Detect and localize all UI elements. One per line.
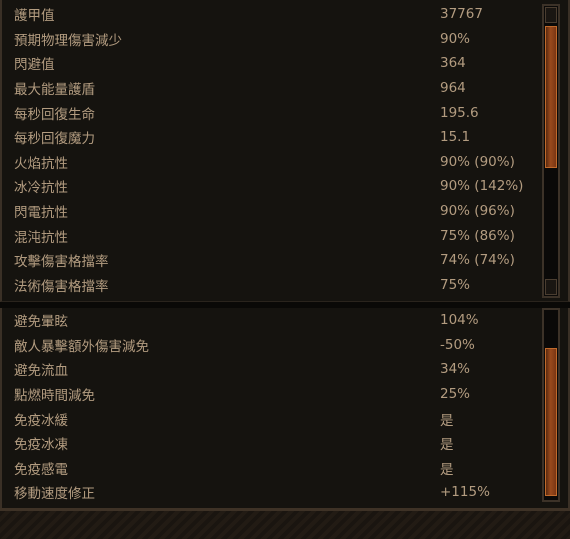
scrollbar-thumb-bottom[interactable] <box>545 348 557 496</box>
stat-label: 混沌抗性 <box>14 229 68 246</box>
stat-row-mana-regen: 每秒回復魔力 15.1 <box>10 125 530 150</box>
stat-value: 15.1 <box>440 129 471 146</box>
stat-value: 90% (96%) <box>440 203 515 220</box>
scrollbar-bottom[interactable] <box>542 308 560 502</box>
stat-value: 34% <box>440 361 471 378</box>
scroll-down-arrow-icon[interactable] <box>545 279 557 295</box>
stat-label: 免疫感電 <box>14 461 68 478</box>
stat-value: 104% <box>440 312 479 329</box>
scrollbar-thumb-top[interactable] <box>545 26 557 168</box>
stat-row-evasion: 閃避值 364 <box>10 51 530 76</box>
scrollbar-top[interactable] <box>542 4 560 298</box>
stat-label: 避免暈眩 <box>14 314 68 331</box>
stat-label: 免疫冰凍 <box>14 437 68 454</box>
stat-label: 敵人暴擊額外傷害減免 <box>14 338 149 355</box>
stat-label: 攻擊傷害格擋率 <box>14 254 109 271</box>
misc-stats-list: 避免暈眩 104% 敵人暴擊額外傷害減免 -50% 避免流血 34% 點燃時間減免 25… <box>10 308 530 505</box>
stat-row-spell-block: 法術傷害格擋率 75% <box>10 273 530 298</box>
stat-value: 90% (142%) <box>440 178 524 195</box>
stat-label: 閃避值 <box>14 57 55 74</box>
stat-label: 免疫冰緩 <box>14 412 68 429</box>
stat-label: 移動速度修正 <box>14 486 95 503</box>
stat-value: 74% (74%) <box>440 252 515 269</box>
stat-value: +115% <box>440 484 490 501</box>
stat-row-cold-resistance: 冰冷抗性 90% (142%) <box>10 174 530 199</box>
stat-value: 90% <box>440 30 471 47</box>
stat-label: 法術傷害格擋率 <box>14 278 109 295</box>
stat-value: -50% <box>440 336 475 353</box>
stat-value: 37767 <box>440 6 483 23</box>
misc-stats-panel: 避免暈眩 104% 敵人暴擊額外傷害減免 -50% 避免流血 34% 點燃時間減免 25… <box>0 308 570 508</box>
defense-stats-panel: 護甲值 37767 預期物理傷害減少 90% 閃避值 364 最大能量護盾 964 每秒… <box>0 0 570 302</box>
stat-row-physical-reduction: 預期物理傷害減少 90% <box>10 27 530 52</box>
stat-value: 25% <box>440 386 471 403</box>
stat-row-ignite-reduction: 點燃時間減免 25% <box>10 382 530 407</box>
stat-value: 90% (90%) <box>440 153 515 170</box>
stat-row-chill-immune: 免疫冰緩 是 <box>10 406 530 431</box>
stat-value: 364 <box>440 55 466 72</box>
stat-label: 每秒回復生命 <box>14 106 95 123</box>
stat-row-freeze-immune: 免疫冰凍 是 <box>10 431 530 456</box>
stat-label: 最大能量護盾 <box>14 82 95 99</box>
stat-value: 75% <box>440 276 471 293</box>
stat-label: 每秒回復魔力 <box>14 131 95 148</box>
stat-value: 75% (86%) <box>440 227 515 244</box>
stat-label: 冰冷抗性 <box>14 180 68 197</box>
stat-row-chaos-resistance: 混沌抗性 75% (86%) <box>10 223 530 248</box>
window-bottom-frame <box>0 508 570 539</box>
stat-row-life-regen: 每秒回復生命 195.6 <box>10 100 530 125</box>
stat-label: 預期物理傷害減少 <box>14 32 122 49</box>
defense-stats-list: 護甲值 37767 預期物理傷害減少 90% 閃避值 364 最大能量護盾 964 每秒… <box>10 2 530 297</box>
stat-value: 是 <box>440 437 454 454</box>
stat-label: 避免流血 <box>14 363 68 380</box>
stat-row-armour: 護甲值 37767 <box>10 2 530 27</box>
stat-label: 閃電抗性 <box>14 205 68 222</box>
stat-value: 是 <box>440 461 454 478</box>
stat-row-fire-resistance: 火焰抗性 90% (90%) <box>10 150 530 175</box>
stat-row-energy-shield: 最大能量護盾 964 <box>10 76 530 101</box>
stat-label: 點燃時間減免 <box>14 388 95 405</box>
stat-label: 火焰抗性 <box>14 155 68 172</box>
stat-value: 195.6 <box>440 104 479 121</box>
stat-value: 是 <box>440 412 454 429</box>
stat-row-stun-avoid: 避免暈眩 104% <box>10 308 530 333</box>
stat-row-attack-block: 攻擊傷害格擋率 74% (74%) <box>10 248 530 273</box>
stat-label: 護甲值 <box>14 8 55 25</box>
stat-value: 964 <box>440 80 466 97</box>
stat-row-bleed-avoid: 避免流血 34% <box>10 357 530 382</box>
stat-row-lightning-resistance: 閃電抗性 90% (96%) <box>10 199 530 224</box>
stat-row-shock-immune: 免疫感電 是 <box>10 456 530 481</box>
stat-row-move-speed: 移動速度修正 +115% <box>10 480 530 505</box>
stat-row-crit-reduction: 敵人暴擊額外傷害減免 -50% <box>10 333 530 358</box>
scroll-up-arrow-icon[interactable] <box>545 7 557 23</box>
